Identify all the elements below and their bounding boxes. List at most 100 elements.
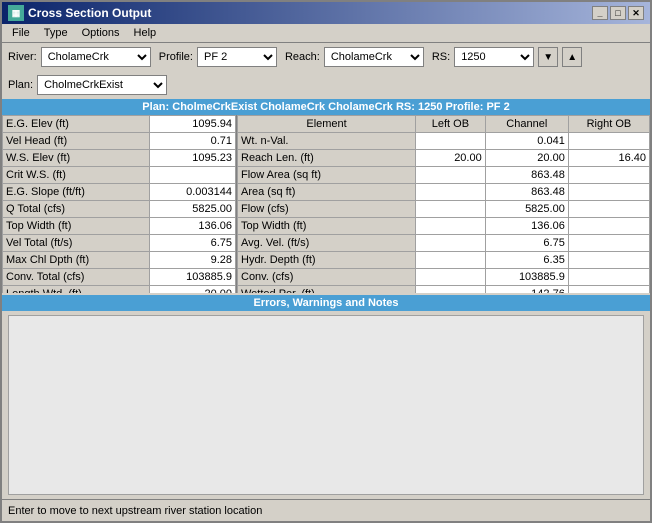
right-row-leftob <box>416 286 486 294</box>
river-group: River: CholameCrk <box>8 47 151 67</box>
menu-help[interactable]: Help <box>128 26 163 40</box>
left-table-row: Crit W.S. (ft) <box>3 167 236 184</box>
left-table-row: Vel Head (ft)0.71 <box>3 133 236 150</box>
left-row-value <box>149 167 235 184</box>
profile-label: Profile: <box>159 51 193 63</box>
left-table-row: Length Wtd. (ft)20.00 <box>3 286 236 294</box>
toolbar: River: CholameCrk Profile: PF 2 Reach: C… <box>2 43 650 99</box>
right-row-rightob <box>568 167 649 184</box>
col-leftob: Left OB <box>416 116 486 133</box>
left-row-label: Length Wtd. (ft) <box>3 286 150 294</box>
rs-combo[interactable]: 1250 <box>454 47 534 67</box>
right-row-channel: 136.06 <box>485 218 568 235</box>
right-row-label: Conv. (cfs) <box>238 269 416 286</box>
right-row-label: Area (sq ft) <box>238 184 416 201</box>
right-row-leftob <box>416 252 486 269</box>
left-table: E.G. Elev (ft)1095.94Vel Head (ft)0.71W.… <box>2 115 237 293</box>
errors-bar: Errors, Warnings and Notes <box>2 295 650 311</box>
reach-group: Reach: CholameCrk <box>285 47 424 67</box>
right-row-label: Reach Len. (ft) <box>238 150 416 167</box>
main-window: ▦ Cross Section Output _ □ ✕ File Type O… <box>0 0 652 523</box>
right-table-row: Wt. n-Val. 0.041 <box>238 133 650 150</box>
right-row-rightob <box>568 201 649 218</box>
col-element: Element <box>238 116 416 133</box>
right-table-row: Hydr. Depth (ft) 6.35 <box>238 252 650 269</box>
left-row-value: 9.28 <box>149 252 235 269</box>
right-row-channel: 20.00 <box>485 150 568 167</box>
left-table-row: Q Total (cfs)5825.00 <box>3 201 236 218</box>
right-row-leftob <box>416 201 486 218</box>
right-row-leftob <box>416 133 486 150</box>
left-row-label: Conv. Total (cfs) <box>3 269 150 286</box>
menu-type[interactable]: Type <box>38 26 74 40</box>
right-row-rightob <box>568 286 649 294</box>
chart-area <box>8 315 644 495</box>
right-table-row: Flow Area (sq ft)863.48 <box>238 167 650 184</box>
left-row-label: Top Width (ft) <box>3 218 150 235</box>
right-row-channel: 6.35 <box>485 252 568 269</box>
left-row-label: Max Chl Dpth (ft) <box>3 252 150 269</box>
right-table-row: Flow (cfs) 5825.00 <box>238 201 650 218</box>
maximize-button[interactable]: □ <box>610 6 626 20</box>
errors-bar-text: Errors, Warnings and Notes <box>253 297 398 309</box>
info-bar-text: Plan: CholmeCrkExist CholameCrk CholameC… <box>142 101 509 113</box>
left-table-row: Conv. Total (cfs)103885.9 <box>3 269 236 286</box>
info-bar: Plan: CholmeCrkExist CholameCrk CholameC… <box>2 99 650 115</box>
menu-bar: File Type Options Help <box>2 24 650 43</box>
menu-options[interactable]: Options <box>76 26 126 40</box>
right-row-rightob <box>568 218 649 235</box>
reach-label: Reach: <box>285 51 320 63</box>
left-row-label: Crit W.S. (ft) <box>3 167 150 184</box>
rs-down-button[interactable]: ▼ <box>538 47 558 67</box>
minimize-button[interactable]: _ <box>592 6 608 20</box>
left-table-row: Vel Total (ft/s)6.75 <box>3 235 236 252</box>
left-row-value: 1095.23 <box>149 150 235 167</box>
right-row-label: Top Width (ft) <box>238 218 416 235</box>
right-row-channel: 0.041 <box>485 133 568 150</box>
plan-combo[interactable]: CholmeCrkExist <box>37 75 167 95</box>
right-table-row: Wetted Per. (ft)142.76 <box>238 286 650 294</box>
right-row-rightob <box>568 252 649 269</box>
main-content: E.G. Elev (ft)1095.94Vel Head (ft)0.71W.… <box>2 115 650 293</box>
left-row-label: Q Total (cfs) <box>3 201 150 218</box>
right-row-leftob <box>416 269 486 286</box>
left-row-label: W.S. Elev (ft) <box>3 150 150 167</box>
left-row-value: 0.71 <box>149 133 235 150</box>
col-channel: Channel <box>485 116 568 133</box>
profile-group: Profile: PF 2 <box>159 47 277 67</box>
right-row-rightob <box>568 133 649 150</box>
left-row-label: E.G. Elev (ft) <box>3 116 150 133</box>
right-row-channel: 6.75 <box>485 235 568 252</box>
close-button[interactable]: ✕ <box>628 6 644 20</box>
right-row-label: Wt. n-Val. <box>238 133 416 150</box>
left-row-label: Vel Total (ft/s) <box>3 235 150 252</box>
window-title: Cross Section Output <box>28 6 151 20</box>
left-table-row: Max Chl Dpth (ft)9.28 <box>3 252 236 269</box>
profile-combo[interactable]: PF 2 <box>197 47 277 67</box>
right-row-channel: 5825.00 <box>485 201 568 218</box>
river-label: River: <box>8 51 37 63</box>
app-icon: ▦ <box>8 5 24 21</box>
right-table: Element Left OB Channel Right OB Wt. n-V… <box>237 115 650 293</box>
left-table-row: W.S. Elev (ft)1095.23 <box>3 150 236 167</box>
right-row-label: Flow (cfs) <box>238 201 416 218</box>
rs-label: RS: <box>432 51 450 63</box>
left-row-value: 5825.00 <box>149 201 235 218</box>
title-bar: ▦ Cross Section Output _ □ ✕ <box>2 2 650 24</box>
right-row-leftob <box>416 218 486 235</box>
right-row-label: Hydr. Depth (ft) <box>238 252 416 269</box>
left-table-row: Top Width (ft)136.06 <box>3 218 236 235</box>
rs-up-button[interactable]: ▲ <box>562 47 582 67</box>
right-table-row: Top Width (ft) 136.06 <box>238 218 650 235</box>
river-combo[interactable]: CholameCrk <box>41 47 151 67</box>
reach-combo[interactable]: CholameCrk <box>324 47 424 67</box>
menu-file[interactable]: File <box>6 26 36 40</box>
right-table-row: Area (sq ft)863.48 <box>238 184 650 201</box>
right-row-label: Avg. Vel. (ft/s) <box>238 235 416 252</box>
left-row-value: 6.75 <box>149 235 235 252</box>
right-row-rightob: 16.40 <box>568 150 649 167</box>
right-table-row: Conv. (cfs)103885.9 <box>238 269 650 286</box>
left-table-row: E.G. Slope (ft/ft)0.003144 <box>3 184 236 201</box>
left-row-label: E.G. Slope (ft/ft) <box>3 184 150 201</box>
right-table-row: Reach Len. (ft)20.0020.0016.40 <box>238 150 650 167</box>
